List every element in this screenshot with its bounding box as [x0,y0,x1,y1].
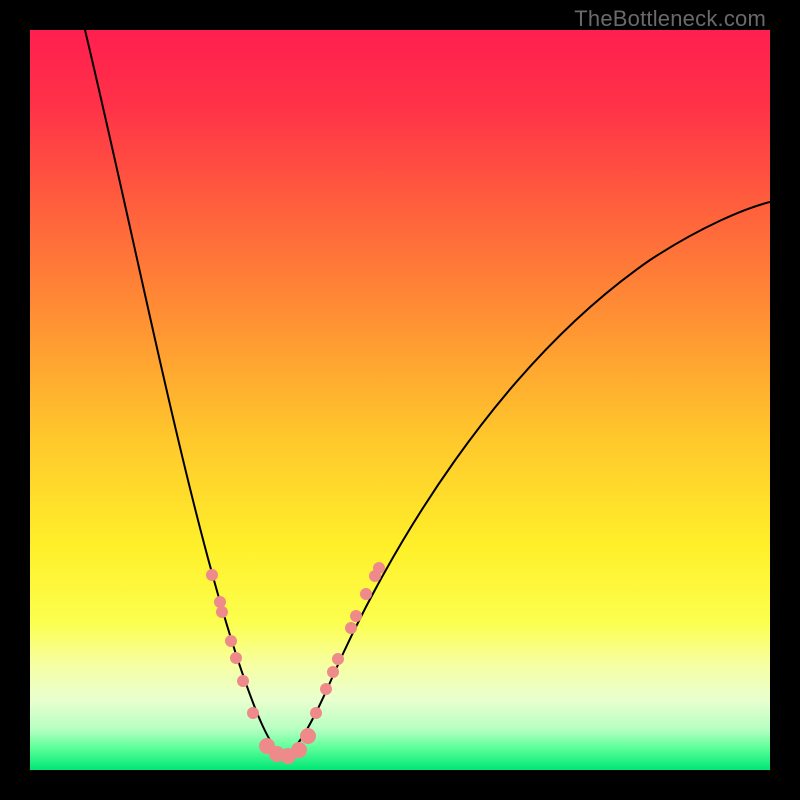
data-marker [360,588,372,600]
attribution-text: TheBottleneck.com [574,6,766,32]
data-marker [237,675,249,687]
data-marker [373,562,385,574]
data-marker [206,569,218,581]
chart-svg [30,30,770,770]
data-marker [230,652,242,664]
data-marker [332,653,344,665]
data-marker [291,742,307,758]
data-marker [225,635,237,647]
data-marker [310,707,322,719]
data-marker [345,622,357,634]
plot-area [30,30,770,770]
gradient-background [30,30,770,770]
data-marker [327,666,339,678]
data-marker [320,683,332,695]
data-marker [216,606,228,618]
data-marker [214,596,226,608]
data-marker [350,610,362,622]
data-marker [247,707,259,719]
data-marker [300,728,316,744]
